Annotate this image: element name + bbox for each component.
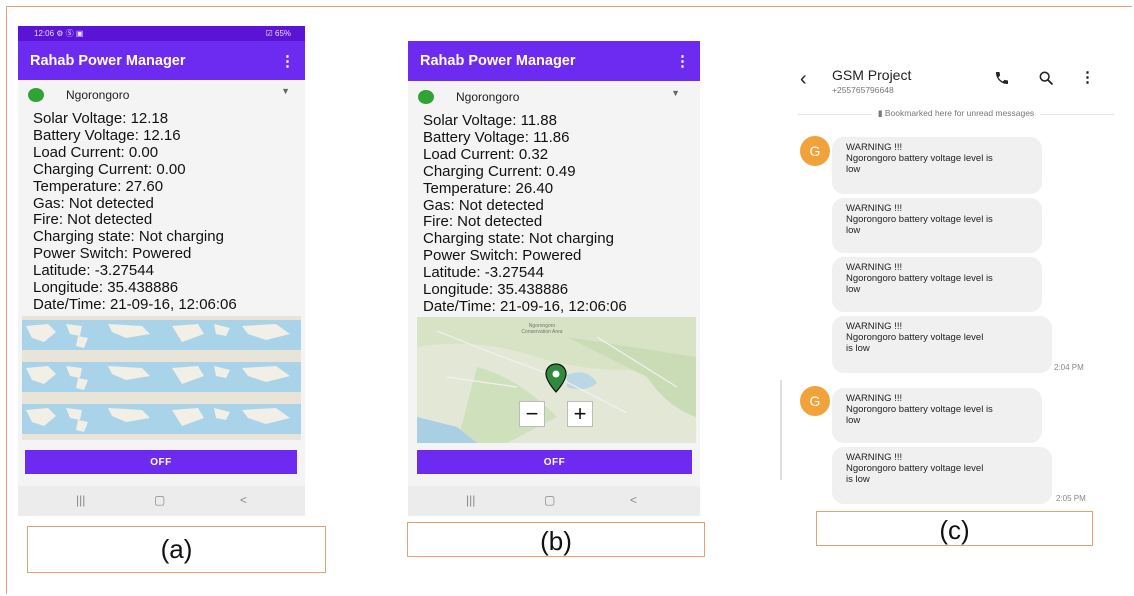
- map-tile-row: [22, 320, 301, 350]
- solar-voltage: Solar Voltage: 11.88: [423, 112, 557, 129]
- recent-apps-icon[interactable]: |||: [76, 493, 85, 507]
- message-bubble[interactable]: WARNING !!! Ngorongoro battery voltage le…: [832, 198, 1042, 253]
- status-battery: ☑ 65%: [265, 29, 291, 38]
- date-time: Date/Time: 21-09-16, 12:06:06: [423, 297, 627, 315]
- world-map-view[interactable]: [22, 316, 301, 440]
- off-button[interactable]: OFF: [417, 450, 692, 474]
- dropdown-arrow-icon[interactable]: ▼: [671, 88, 680, 98]
- battery-voltage: Battery Voltage: 11.86: [423, 128, 570, 146]
- android-nav-bar: ||| ▢ <: [18, 486, 305, 516]
- longitude: Longitude: 35.438886: [33, 279, 179, 297]
- app-title: Rahab Power Manager: [30, 52, 186, 69]
- map-tile-row: [22, 362, 301, 392]
- contact-name: GSM Project: [832, 67, 912, 83]
- caption-a: (a): [27, 526, 326, 573]
- message-bubble[interactable]: WARNING !!! Ngorongoro battery voltage le…: [832, 257, 1042, 312]
- thread-divider: [780, 380, 782, 480]
- app-bar: Rahab Power Manager ⋮: [18, 41, 305, 80]
- back-icon[interactable]: <: [630, 493, 637, 507]
- message-bubble[interactable]: WARNING !!! Ngorongoro battery voltage le…: [832, 316, 1052, 373]
- more-options-icon[interactable]: ⋮: [280, 41, 295, 80]
- charging-state: Charging state: Not charging: [33, 228, 224, 246]
- station-dropdown[interactable]: Ngorongoro ▼: [26, 84, 296, 106]
- dropdown-arrow-icon[interactable]: ▼: [281, 86, 290, 96]
- map-area-label: Ngorongoro Conservation Area: [521, 323, 563, 335]
- home-icon[interactable]: ▢: [154, 493, 165, 507]
- station-status-icon: [418, 90, 434, 104]
- caption-c: (c): [816, 511, 1093, 546]
- back-icon[interactable]: <: [240, 493, 247, 507]
- recent-apps-icon[interactable]: |||: [466, 493, 475, 507]
- bookmark-icon: ▮: [877, 108, 883, 118]
- fire-status: Fire: Not detected: [423, 213, 543, 231]
- charging-current: Charging Current: 0.49: [423, 162, 576, 180]
- battery-voltage: Battery Voltage: 12.16: [33, 126, 181, 144]
- message-bubble[interactable]: WARNING !!! Ngorongoro battery voltage le…: [832, 447, 1052, 504]
- location-map-view[interactable]: Ngorongoro Conservation Area − +: [417, 317, 696, 443]
- sensor-readings: Solar Voltage: 11.88 Battery Voltage: 11…: [423, 112, 627, 316]
- phone-screen-a: 12:06 ⚙ Ⓢ ▣ ☑ 65% Rahab Power Manager ⋮ …: [18, 26, 305, 516]
- longitude: Longitude: 35.438886: [423, 281, 569, 299]
- fire-status: Fire: Not detected: [33, 211, 153, 229]
- station-dropdown[interactable]: Ngorongoro ▼: [416, 86, 686, 108]
- app-bar: Rahab Power Manager ⋮: [408, 41, 700, 81]
- app-title: Rahab Power Manager: [420, 53, 576, 69]
- charging-current: Charging Current: 0.00: [33, 160, 186, 178]
- more-options-icon[interactable]: ⋮: [675, 41, 690, 81]
- call-icon[interactable]: [994, 70, 1010, 86]
- back-arrow-icon[interactable]: ‹: [800, 68, 807, 91]
- zoom-in-button[interactable]: +: [567, 401, 593, 427]
- station-name: Ngorongoro: [66, 88, 130, 102]
- message-timestamp: 2:04 PM: [1054, 363, 1084, 372]
- map-tile-row: [22, 404, 301, 434]
- station-name: Ngorongoro: [456, 90, 520, 104]
- sms-conversation-screen: ‹ GSM Project +255765796648 ⋮ ▮ Bookmark…: [780, 56, 1114, 522]
- caption-b: (b): [407, 522, 705, 557]
- gas-status: Gas: Not detected: [423, 196, 544, 214]
- temperature: Temperature: 26.40: [423, 179, 554, 197]
- message-bubble[interactable]: WARNING !!! Ngorongoro battery voltage le…: [832, 137, 1042, 194]
- message-bubble[interactable]: WARNING !!! Ngorongoro battery voltage le…: [832, 388, 1042, 443]
- search-icon[interactable]: [1038, 70, 1054, 86]
- bookmark-divider: ▮ Bookmarked here for unread messages: [798, 108, 1114, 119]
- bookmark-note-text: Bookmarked here for unread messages: [884, 108, 1035, 118]
- android-nav-bar: ||| ▢ <: [408, 486, 700, 516]
- latitude: Latitude: -3.27544: [33, 262, 154, 280]
- solar-voltage: Solar Voltage: 12.18: [33, 110, 169, 127]
- zoom-out-button[interactable]: −: [519, 401, 545, 427]
- off-button[interactable]: OFF: [25, 450, 297, 474]
- home-icon[interactable]: ▢: [544, 493, 555, 507]
- load-current: Load Current: 0.32: [423, 145, 549, 163]
- power-switch: Power Switch: Powered: [33, 245, 192, 263]
- phone-screen-b: Rahab Power Manager ⋮ Ngorongoro ▼ Solar…: [408, 41, 700, 516]
- contact-avatar[interactable]: G: [800, 386, 830, 416]
- message-timestamp: 2:05 PM: [1056, 494, 1086, 503]
- location-pin-icon[interactable]: [545, 363, 567, 393]
- charging-state: Charging state: Not charging: [423, 230, 614, 248]
- conversation-header: ‹ GSM Project +255765796648 ⋮: [780, 56, 1114, 102]
- station-status-icon: [28, 88, 44, 102]
- sensor-readings: Solar Voltage: 12.18 Battery Voltage: 12…: [33, 110, 237, 314]
- power-switch: Power Switch: Powered: [423, 247, 582, 265]
- status-bar: 12:06 ⚙ Ⓢ ▣ ☑ 65%: [18, 26, 305, 41]
- status-time: 12:06 ⚙ Ⓢ ▣: [34, 29, 84, 38]
- more-options-icon[interactable]: ⋮: [1080, 68, 1095, 86]
- contact-number: +255765796648: [832, 85, 894, 95]
- contact-avatar[interactable]: G: [800, 136, 830, 166]
- date-time: Date/Time: 21-09-16, 12:06:06: [33, 295, 237, 313]
- latitude: Latitude: -3.27544: [423, 264, 544, 282]
- load-current: Load Current: 0.00: [33, 143, 159, 161]
- gas-status: Gas: Not detected: [33, 194, 154, 212]
- temperature: Temperature: 27.60: [33, 177, 164, 195]
